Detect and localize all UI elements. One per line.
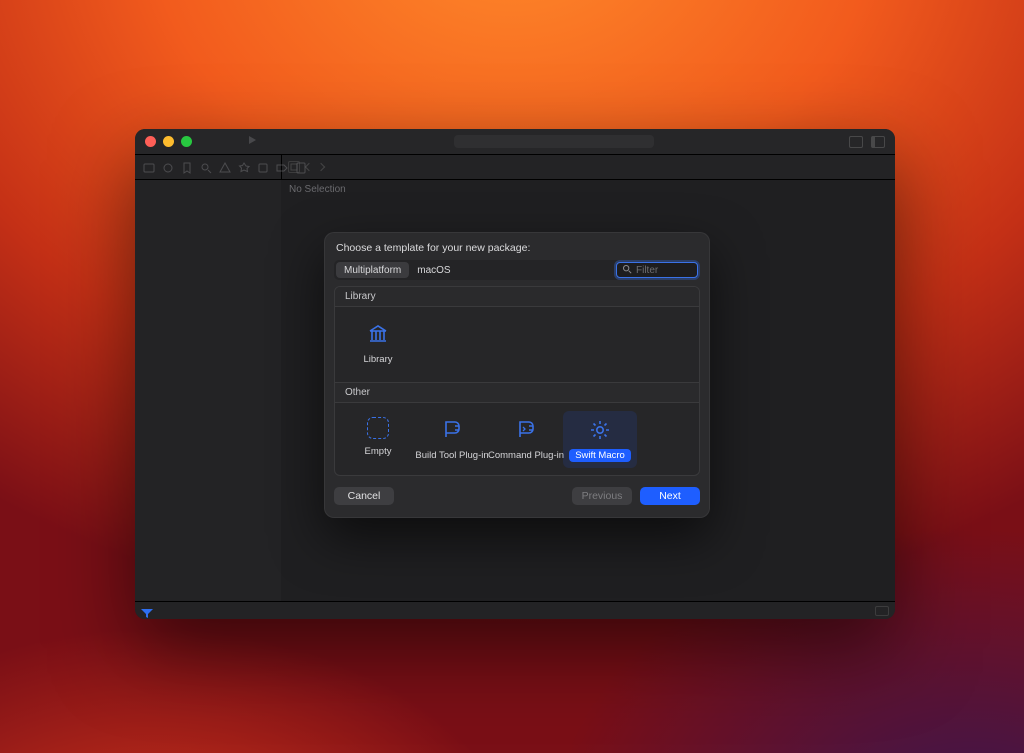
debug-area-toggle[interactable] [875,606,889,616]
debug-navigator-icon[interactable] [257,161,269,173]
template-build-tool-plugin[interactable]: Build Tool Plug-in [415,411,489,468]
navigator-tabs [135,155,281,179]
close-window-button[interactable] [145,136,156,147]
breakpoint-navigator-icon[interactable] [276,161,288,173]
source-control-navigator-icon[interactable] [162,161,174,173]
new-package-sheet: Choose a template for your new package: … [324,232,710,518]
template-command-plugin[interactable]: Command Plug-in [489,411,563,468]
group-body-other: Empty Build Tool Plug-in Command Plug-in… [335,403,699,476]
find-navigator-icon[interactable] [200,161,212,173]
template-empty[interactable]: Empty [341,411,415,468]
filter-input[interactable] [636,265,768,276]
library-button[interactable] [849,136,863,148]
sheet-footer: Cancel Previous Next [334,484,700,508]
previous-button[interactable]: Previous [572,487,632,505]
project-navigator-icon[interactable] [143,161,155,173]
editor-tab-bar [281,155,895,179]
group-header-library: Library [335,287,699,307]
template-label: Swift Macro [569,449,631,462]
gear-icon [587,417,613,443]
tab-macos[interactable]: macOS [409,262,458,278]
empty-icon [367,417,389,439]
nav-forward-icon[interactable] [317,163,325,171]
filter-icon [622,261,632,279]
navigator-sidebar [135,180,281,601]
group-body-library: Library [335,307,699,383]
titlebar-center [265,135,842,148]
test-navigator-icon[interactable] [238,161,250,173]
cancel-button[interactable]: Cancel [334,487,394,505]
window-controls [145,136,192,147]
template-list: Library Library Other Empty Build Tool P… [334,286,700,476]
titlebar [135,129,895,154]
titlebar-right [849,136,885,148]
zoom-window-button[interactable] [181,136,192,147]
minimize-window-button[interactable] [163,136,174,147]
next-button[interactable]: Next [640,487,700,505]
template-swift-macro[interactable]: Swift Macro [563,411,637,468]
plug-icon [439,417,465,443]
bookmark-navigator-icon[interactable] [181,161,193,173]
filter-field[interactable] [616,262,698,278]
tab-multiplatform[interactable]: Multiplatform [336,262,409,278]
template-label: Empty [359,445,398,458]
platform-tab-bar: Multiplatform macOS [334,260,700,280]
issue-navigator-icon[interactable] [219,161,231,173]
library-icon [365,321,391,347]
group-header-other: Other [335,383,699,403]
sheet-title: Choose a template for your new package: [334,242,700,254]
run-button[interactable] [246,133,258,151]
inspectors-toggle[interactable] [871,136,885,148]
template-label: Library [357,353,398,366]
no-selection-label: No Selection [289,184,346,195]
status-bar [135,601,895,619]
activity-viewer[interactable] [454,135,654,148]
navigator-bar [135,154,895,180]
filter-icon[interactable] [141,606,153,616]
related-items-button[interactable] [288,161,300,173]
template-label: Command Plug-in [482,449,570,462]
template-library[interactable]: Library [341,315,415,372]
plug-command-icon [513,417,539,443]
